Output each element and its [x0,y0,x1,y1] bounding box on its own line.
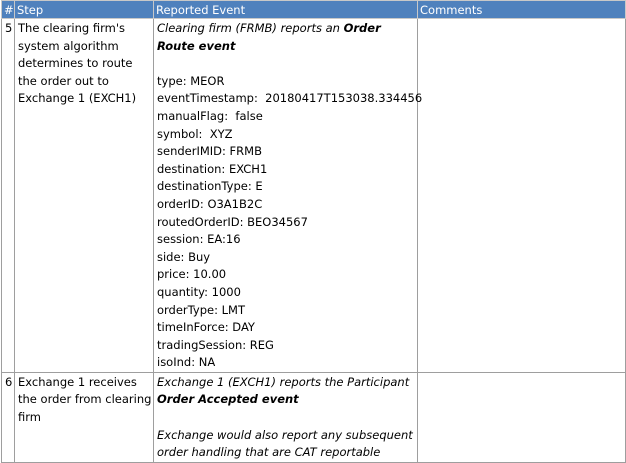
row-number: 6 [1,371,15,463]
row-number: 5 [1,18,15,373]
event-fields: type: MEOR eventTimestamp: 20180417T15303… [157,73,423,372]
event-field: destination: EXCH1 [157,161,268,176]
event-field: senderIMID: FRMB [157,144,262,159]
comments-cell [417,18,626,373]
event-field: manualFlag: false [157,108,263,123]
event-field: destinationType: E [157,179,263,194]
event-field: symbol: XYZ [157,126,233,141]
event-field: orderID: O3A1B2C [157,196,263,211]
header-num: # [1,0,15,19]
event-title: Exchange 1 (EXCH1) reports the Participa… [157,374,416,409]
event-field: tradingSession: REG [157,337,274,352]
event-field: isoInd: NA [157,355,216,370]
table-row: 5 The clearing firm's system algorithm d… [1,18,626,373]
event-field: routedOrderID: BEO34567 [157,214,308,229]
header-reported-event: Reported Event [153,0,418,19]
step-cell: The clearing firm's system algorithm det… [14,18,154,373]
event-field: quantity: 1000 [157,284,241,299]
event-prefix: Exchange 1 (EXCH1) reports the Participa… [157,374,410,389]
event-table: # Step Reported Event Comments 5 The cle… [1,0,626,463]
event-field: orderType: LMT [157,302,245,317]
event-title: Clearing firm (FRMB) reports an Order Ro… [157,20,416,55]
event-field: price: 10.00 [157,267,227,282]
event-field: timeInForce: DAY [157,320,255,335]
step-cell: Exchange 1 receives the order from clear… [14,371,154,463]
reported-event-cell: Exchange 1 (EXCH1) reports the Participa… [153,371,418,463]
event-field: eventTimestamp: 20180417T153038.334456 [157,91,423,106]
header-step: Step [14,0,154,19]
event-field: type: MEOR [157,73,225,88]
event-field: session: EA:16 [157,232,241,247]
header-row: # Step Reported Event Comments [1,0,626,19]
table-row: 6 Exchange 1 receives the order from cle… [1,371,626,463]
event-name: Order Accepted event [157,392,299,407]
event-note: Exchange would also report any subsequen… [157,427,413,460]
reported-event-cell: Clearing firm (FRMB) reports an Order Ro… [153,18,423,373]
event-prefix: Clearing firm (FRMB) reports an [157,21,344,35]
comments-cell [417,371,626,463]
event-field: side: Buy [157,249,211,264]
header-comments: Comments [417,0,626,19]
